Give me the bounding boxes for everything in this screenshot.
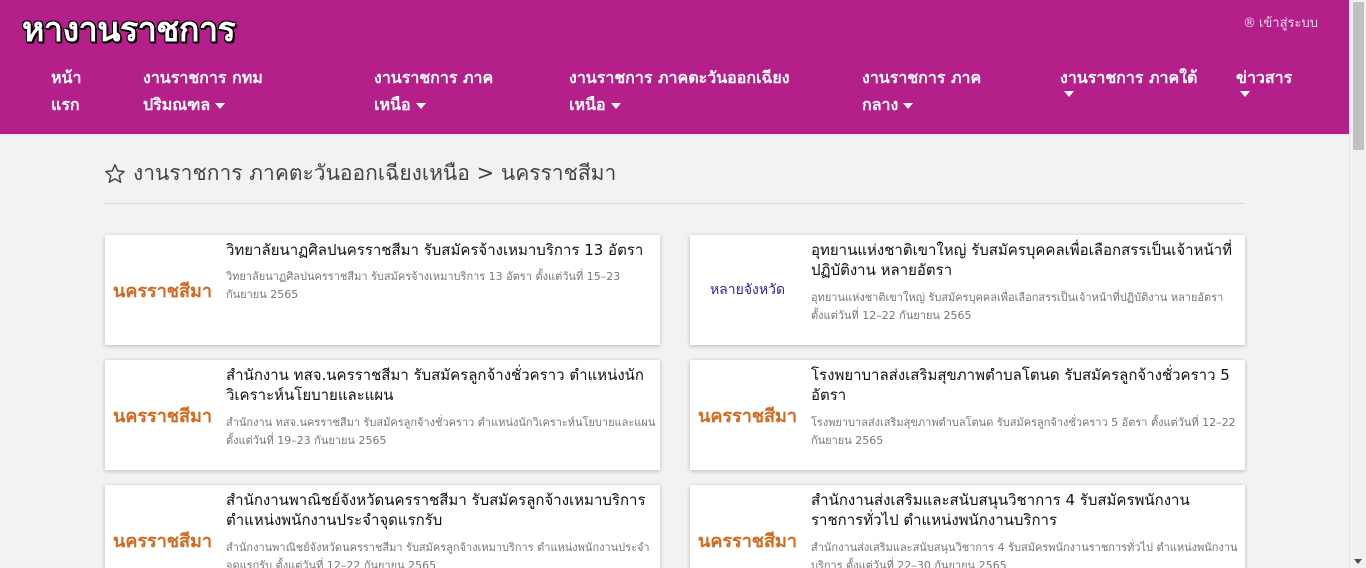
job-title[interactable]: สำนักงานพาณิชย์จังหวัดนครราชสีมา รับสมัค… <box>226 490 656 530</box>
job-title[interactable]: โรงพยาบาลส่งเสริมสุขภาพตำบลโตนด รับสมัคร… <box>811 365 1241 405</box>
nav-news-line1: ข่าวสาร <box>1236 68 1293 87</box>
nav-north-line1: งานราชการ ภาค <box>374 68 494 87</box>
nav-south-line1: งานราชการ ภาคใต้ <box>1060 68 1198 87</box>
nav-bangkok-line1: งานราชการ กทม <box>143 68 263 87</box>
job-description: โรงพยาบาลส่งเสริมสุขภาพตำบลโตนด รับสมัคร… <box>811 416 1236 447</box>
nav-central[interactable]: งานราชการ ภาค กลาง <box>862 64 981 118</box>
nav-home[interactable]: หน้า แรก <box>51 64 81 118</box>
login-link[interactable]: ® เข้าสู่ระบบ <box>1243 12 1318 33</box>
nav-north[interactable]: งานราชการ ภาค เหนือ <box>374 64 493 118</box>
chevron-down-icon <box>1064 91 1074 97</box>
province-label: นครราชสีมา <box>113 405 212 427</box>
breadcrumb-text: งานราชการ ภาคตะวันออกเฉียงเหนือ > นครราช… <box>133 161 617 185</box>
job-card[interactable]: นครราชสีมา สำนักงานพาณิชย์จังหวัดนครราชส… <box>105 485 660 568</box>
breadcrumb: งานราชการ ภาคตะวันออกเฉียงเหนือ > นครราช… <box>104 157 1245 204</box>
nav-northeast[interactable]: งานราชการ ภาคตะวันออกเฉียง เหนือ <box>569 64 790 118</box>
job-card[interactable]: หลายจังหวัด อุทยานแห่งชาติเขาใหญ่ รับสมั… <box>690 235 1245 345</box>
job-card[interactable]: นครราชสีมา สำนักงานส่งเสริมและสนับสนุนวิ… <box>690 485 1245 568</box>
chevron-down-icon <box>903 102 914 109</box>
scrollbar-thumb[interactable] <box>1353 2 1364 150</box>
nav-central-line1: งานราชการ ภาค <box>862 68 982 87</box>
job-title[interactable]: วิทยาลัยนาฏศิลปนครราชสีมา รับสมัครจ้างเห… <box>226 240 656 260</box>
nav-home-line2: แรก <box>51 95 80 114</box>
nav-bangkok-line2: ปริมณฑล <box>143 95 211 114</box>
registered-icon: ® <box>1242 16 1256 31</box>
chevron-down-icon <box>215 102 226 109</box>
province-label: นครราชสีมา <box>113 280 212 302</box>
chevron-down-icon <box>610 102 621 109</box>
scroll-down-arrow-icon[interactable] <box>1354 559 1362 564</box>
province-label: หลายจังหวัด <box>709 282 786 298</box>
job-title[interactable]: อุทยานแห่งชาติเขาใหญ่ รับสมัครบุคคลเพื่อ… <box>811 240 1241 280</box>
job-description: สำนักงานพาณิชย์จังหวัดนครราชสีมา รับสมัค… <box>226 541 650 568</box>
nav-north-line2: เหนือ <box>374 95 411 114</box>
job-title[interactable]: สำนักงานส่งเสริมและสนับสนุนวิชาการ 4 รับ… <box>811 490 1241 530</box>
job-description: วิทยาลัยนาฏศิลปนครราชสีมา รับสมัครจ้างเห… <box>226 270 621 301</box>
chevron-down-icon <box>1240 91 1250 97</box>
site-header: หางานราชการ ® เข้าสู่ระบบ หน้า แรก งานราช… <box>0 0 1350 134</box>
job-description: สำนักงาน ทสจ.นครราชสีมา รับสมัครลูกจ้างช… <box>226 416 656 447</box>
nav-home-line1: หน้า <box>51 68 82 87</box>
nav-central-line2: กลาง <box>862 95 899 114</box>
job-description: สำนักงานส่งเสริมและสนับสนุนวิชาการ 4 รับ… <box>811 541 1238 568</box>
province-label: นครราชสีมา <box>698 530 797 552</box>
province-label: นครราชสีมา <box>698 405 797 427</box>
chevron-down-icon <box>415 102 426 109</box>
login-label: เข้าสู่ระบบ <box>1258 16 1318 31</box>
job-card[interactable]: นครราชสีมา วิทยาลัยนาฏศิลปนครราชสีมา รับ… <box>105 235 660 345</box>
nav-news[interactable]: ข่าวสาร <box>1236 64 1292 97</box>
province-label: นครราชสีมา <box>113 530 212 552</box>
nav-northeast-line1: งานราชการ ภาคตะวันออกเฉียง <box>569 68 790 87</box>
nav-bangkok[interactable]: งานราชการ กทม ปริมณฑล <box>143 64 263 118</box>
job-card[interactable]: นครราชสีมา โรงพยาบาลส่งเสริมสุขภาพตำบลโต… <box>690 360 1245 470</box>
nav-northeast-line2: เหนือ <box>569 95 606 114</box>
site-logo[interactable]: หางานราชการ <box>22 2 236 56</box>
nav-south[interactable]: งานราชการ ภาคใต้ <box>1060 64 1197 97</box>
job-title[interactable]: สำนักงาน ทสจ.นครราชสีมา รับสมัครลูกจ้างช… <box>226 365 656 405</box>
vertical-scrollbar[interactable] <box>1349 0 1366 568</box>
star-icon <box>105 163 125 183</box>
job-card[interactable]: นครราชสีมา สำนักงาน ทสจ.นครราชสีมา รับสม… <box>105 360 660 470</box>
job-description: อุทยานแห่งชาติเขาใหญ่ รับสมัครบุคคลเพื่อ… <box>811 291 1224 322</box>
